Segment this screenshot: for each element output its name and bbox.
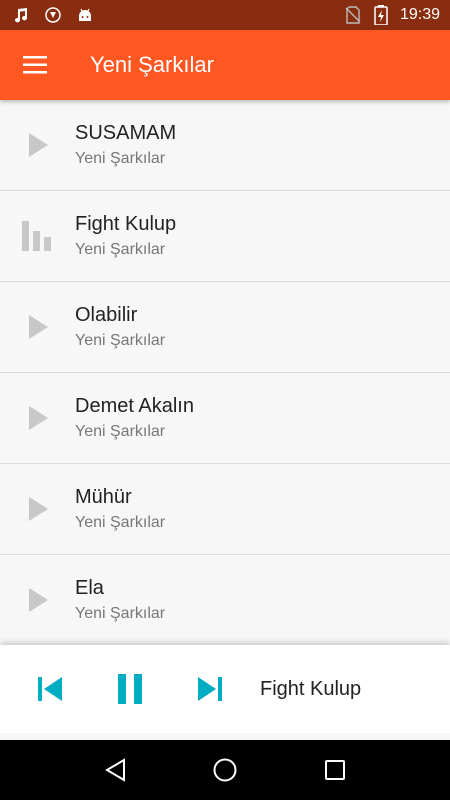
song-title: Demet Akalın xyxy=(75,395,194,417)
no-sim-icon xyxy=(344,6,362,24)
play-icon[interactable] xyxy=(0,405,75,431)
song-subtitle: Yeni Şarkılar xyxy=(75,332,166,349)
song-subtitle: Yeni Şarkılar xyxy=(75,605,166,622)
song-title: SUSAMAM xyxy=(75,122,177,144)
song-title: Mühür xyxy=(75,486,132,508)
app-bar: Yeni Şarkılar xyxy=(0,30,450,100)
play-icon[interactable] xyxy=(0,496,75,522)
song-row[interactable]: Ela Yeni Şarkılar xyxy=(0,555,450,645)
recents-icon[interactable] xyxy=(310,745,360,795)
back-icon[interactable] xyxy=(90,745,140,795)
song-title: Ela xyxy=(75,577,104,599)
pause-icon[interactable] xyxy=(90,645,170,733)
skip-previous-icon[interactable] xyxy=(10,645,90,733)
hamburger-menu-icon[interactable] xyxy=(0,30,70,100)
song-row[interactable]: Fight Kulup Yeni Şarkılar xyxy=(0,191,450,282)
song-subtitle: Yeni Şarkılar xyxy=(75,514,166,531)
song-list[interactable]: SUSAMAM Yeni Şarkılar Fight Kulup Yeni Ş… xyxy=(0,100,450,645)
shield-app-icon xyxy=(44,6,62,24)
page-title: Yeni Şarkılar xyxy=(90,52,214,77)
divider xyxy=(0,733,450,740)
music-note-icon xyxy=(12,6,30,24)
status-time: 19:39 xyxy=(399,6,440,23)
battery-charging-icon xyxy=(372,5,390,25)
system-nav-bar xyxy=(0,740,450,800)
play-icon[interactable] xyxy=(0,132,75,158)
song-row[interactable]: Demet Akalın Yeni Şarkılar xyxy=(0,373,450,464)
play-icon[interactable] xyxy=(0,314,75,340)
mini-player: Fight Kulup xyxy=(0,645,450,733)
now-playing-title: Fight Kulup xyxy=(260,677,362,700)
song-title: Olabilir xyxy=(75,304,138,326)
status-icons-right: 19:39 xyxy=(344,5,440,25)
android-icon xyxy=(76,6,94,24)
skip-next-icon[interactable] xyxy=(170,645,250,733)
home-icon[interactable] xyxy=(200,745,250,795)
song-title: Fight Kulup xyxy=(75,213,177,235)
status-bar: 19:39 xyxy=(0,0,450,30)
song-subtitle: Yeni Şarkılar xyxy=(75,150,166,167)
equalizer-icon[interactable] xyxy=(0,221,75,251)
status-icons-left xyxy=(12,6,94,24)
song-row[interactable]: SUSAMAM Yeni Şarkılar xyxy=(0,100,450,191)
play-icon[interactable] xyxy=(0,587,75,613)
song-row[interactable]: Mühür Yeni Şarkılar xyxy=(0,464,450,555)
song-subtitle: Yeni Şarkılar xyxy=(75,241,166,258)
song-subtitle: Yeni Şarkılar xyxy=(75,423,166,440)
song-row[interactable]: Olabilir Yeni Şarkılar xyxy=(0,282,450,373)
